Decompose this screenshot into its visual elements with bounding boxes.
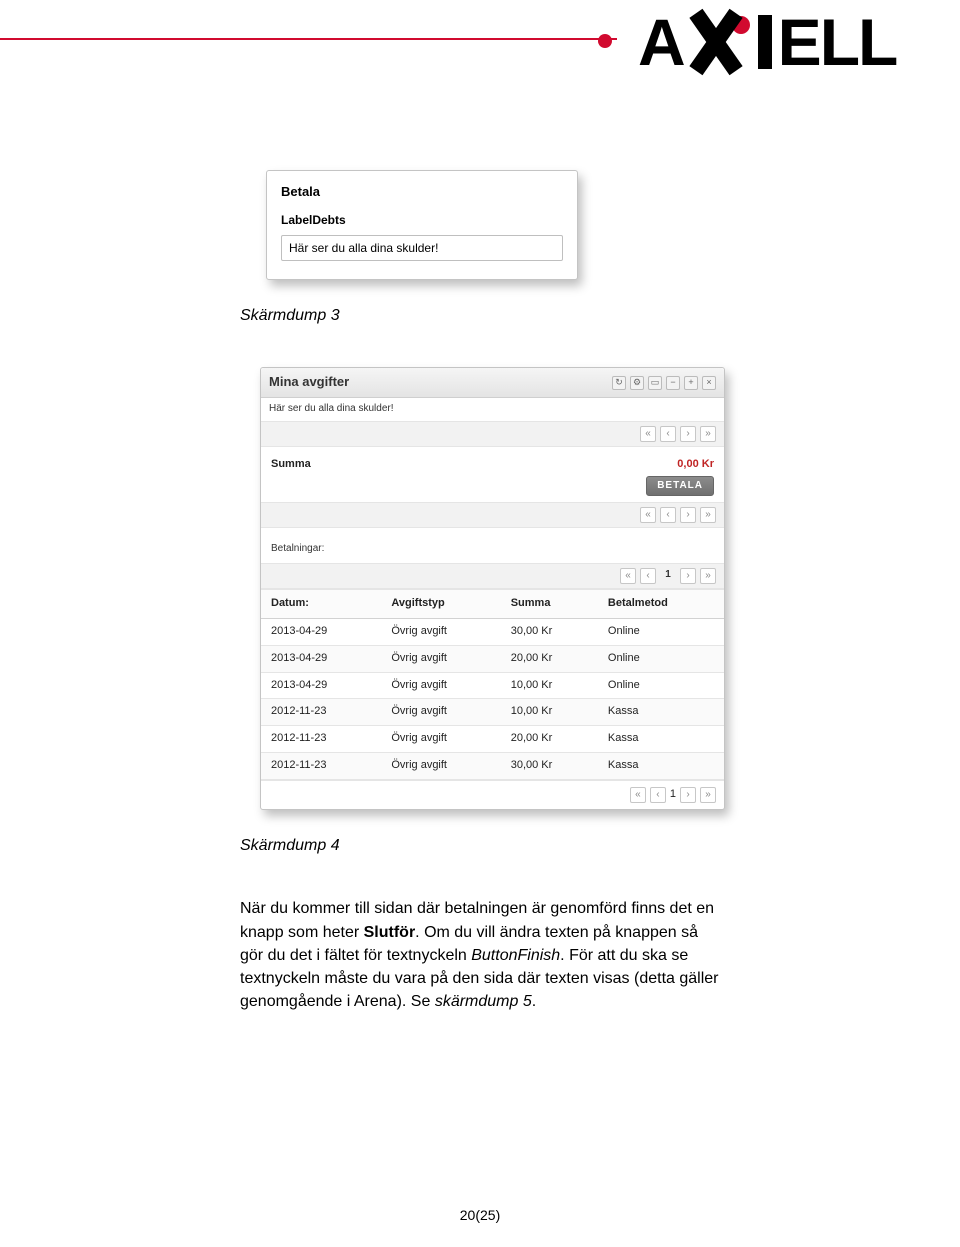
cell-amount: 10,00 Kr [501,672,598,699]
ss4-subheader: Här ser du alla dina skulder! [261,398,724,422]
table-row: 2013-04-29Övrig avgift30,00 KrOnline [261,618,724,645]
body-paragraph: När du kommer till sidan där betalningen… [240,897,725,1013]
cell-amount: 30,00 Kr [501,753,598,780]
th-type: Avgiftstyp [381,589,500,618]
caption-3: Skärmdump 3 [240,304,725,327]
caption-4: Skärmdump 4 [240,834,725,857]
nav-last-icon[interactable]: » [700,568,716,584]
cell-type: Övrig avgift [381,699,500,726]
nav-first-icon[interactable]: « [640,426,656,442]
cell-date: 2012-11-23 [261,753,381,780]
table-row: 2012-11-23Övrig avgift30,00 KrKassa [261,753,724,780]
cell-type: Övrig avgift [381,753,500,780]
cell-method: Kassa [598,753,724,780]
table-row: 2012-11-23Övrig avgift20,00 KrKassa [261,726,724,753]
nav-row-top: « ‹ › » [261,422,724,447]
cell-type: Övrig avgift [381,672,500,699]
nav-last-icon[interactable]: » [700,426,716,442]
th-date: Datum: [261,589,381,618]
cell-date: 2013-04-29 [261,672,381,699]
nav-first-icon[interactable]: « [630,787,646,803]
cell-method: Online [598,618,724,645]
nav-prev-icon[interactable]: ‹ [660,426,676,442]
nav-next-icon[interactable]: › [680,426,696,442]
nav-prev-icon[interactable]: ‹ [640,568,656,584]
para-bold1: Slutför [364,924,416,941]
cell-amount: 10,00 Kr [501,699,598,726]
cell-type: Övrig avgift [381,645,500,672]
minimize-icon[interactable]: − [666,376,680,390]
summa-label: Summa [271,457,311,473]
screenshot-3-box: Betala LabelDebts [266,170,578,280]
brand-logo: AELL [638,4,896,80]
ss3-label: LabelDebts [281,212,563,229]
table-row: 2013-04-29Övrig avgift10,00 KrOnline [261,672,724,699]
cell-amount: 30,00 Kr [501,618,598,645]
cell-amount: 20,00 Kr [501,726,598,753]
page-footer: 20(25) [0,1207,960,1223]
para-ital1: ButtonFinish [471,947,560,964]
window-icon[interactable]: ▭ [648,376,662,390]
nav-next-icon[interactable]: › [680,787,696,803]
ss4-title: Mina avgifter [269,373,349,392]
cell-date: 2013-04-29 [261,618,381,645]
nav-first-icon[interactable]: « [640,507,656,523]
screenshot-4-box: Mina avgifter ↻ ⚙ ▭ − + × Här ser du all… [260,367,725,810]
table-row: 2012-11-23Övrig avgift10,00 KrKassa [261,699,724,726]
page-number: 1 [670,787,676,803]
page-number: 1 [660,568,676,584]
nav-last-icon[interactable]: » [700,787,716,803]
cell-method: Online [598,672,724,699]
cell-method: Kassa [598,726,724,753]
summa-amount: 0,00 Kr [646,457,714,473]
nav-prev-icon[interactable]: ‹ [650,787,666,803]
cell-method: Kassa [598,699,724,726]
header-rule-dot [598,34,612,48]
add-icon[interactable]: + [684,376,698,390]
cell-date: 2012-11-23 [261,699,381,726]
th-amount: Summa [501,589,598,618]
cell-date: 2012-11-23 [261,726,381,753]
nav-row-mid: « ‹ › » [261,503,724,528]
nav-last-icon[interactable]: » [700,507,716,523]
cell-type: Övrig avgift [381,618,500,645]
nav-row-bottom: « ‹ 1 › » [261,780,724,809]
th-method: Betalmetod [598,589,724,618]
refresh-icon[interactable]: ↻ [612,376,626,390]
table-row: 2013-04-29Övrig avgift20,00 KrOnline [261,645,724,672]
titlebar-icons: ↻ ⚙ ▭ − + × [612,376,716,390]
nav-next-icon[interactable]: › [680,507,696,523]
nav-prev-icon[interactable]: ‹ [660,507,676,523]
close-icon[interactable]: × [702,376,716,390]
cell-amount: 20,00 Kr [501,645,598,672]
cell-type: Övrig avgift [381,726,500,753]
payments-table: Datum: Avgiftstyp Summa Betalmetod 2013-… [261,589,724,781]
cell-method: Online [598,645,724,672]
para-ital2: skärmdump 5 [435,993,532,1010]
nav-next-icon[interactable]: › [680,568,696,584]
payments-label: Betalningar: [261,528,724,564]
header-rule [0,38,617,40]
pay-button[interactable]: BETALA [646,476,714,497]
para-t4: . [532,993,536,1010]
nav-first-icon[interactable]: « [620,568,636,584]
cell-date: 2013-04-29 [261,645,381,672]
ss3-title: Betala [281,183,563,202]
table-header-row: Datum: Avgiftstyp Summa Betalmetod [261,589,724,618]
nav-row-pages: « ‹ 1 › » [261,564,724,589]
ss3-input[interactable] [281,235,563,261]
gear-icon[interactable]: ⚙ [630,376,644,390]
logo-x-icon [684,13,748,71]
